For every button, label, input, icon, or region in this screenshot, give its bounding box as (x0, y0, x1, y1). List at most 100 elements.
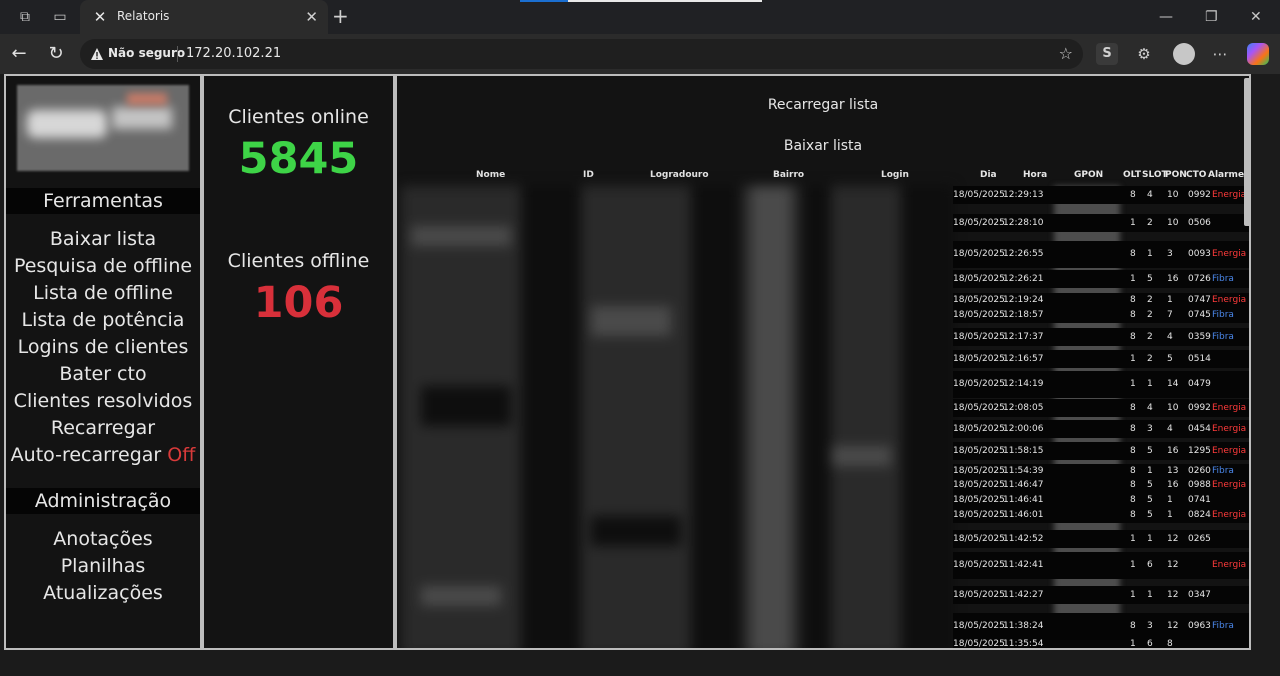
cell-olt: 1 (1130, 589, 1136, 600)
cell-alarme: Fibra (1212, 310, 1234, 320)
new-tab-icon[interactable]: + (332, 5, 349, 27)
copilot-icon[interactable] (1247, 43, 1269, 65)
table-row[interactable]: 18/05/2025 12:28:10 1 2 10 0506 (953, 214, 1249, 232)
menu-clientes-resolvidos[interactable]: Clientes resolvidos (6, 388, 200, 415)
security-label[interactable]: Não seguro (108, 46, 185, 60)
browser-tab-bar: ⧉ ▭ ✕ Relatoris ✕ + — ❐ ✕ (0, 0, 1280, 34)
cell-cto: 0265 (1188, 533, 1211, 544)
table-row[interactable]: 18/05/2025 12:17:37 8 2 4 0359 Fibra (953, 328, 1249, 346)
reload-icon[interactable]: ↻ (45, 43, 67, 65)
tab-actions-icon[interactable]: ▭ (51, 8, 69, 26)
table-row[interactable]: 18/05/2025 12:19:24 8 2 1 0747 Energia (953, 293, 1249, 308)
offline-list-panel: Recarregar lista Baixar lista Nome ID Lo… (397, 76, 1249, 648)
cell-dia: 18/05/2025 (953, 402, 1005, 413)
tools-header: Ferramentas (6, 188, 200, 214)
omnibox[interactable]: Não seguro 172.20.102.21 ☆ (80, 39, 1083, 69)
table-row[interactable]: 18/05/2025 12:16:57 1 2 5 0514 (953, 350, 1249, 368)
cell-pon: 12 (1167, 560, 1179, 570)
cell-pon: 13 (1167, 466, 1179, 476)
cell-hora: 11:42:41 (1003, 560, 1044, 570)
minimize-icon[interactable]: — (1159, 8, 1173, 26)
cell-pon: 8 (1167, 638, 1173, 649)
col-header-pon: PON (1165, 170, 1187, 180)
cell-hora: 11:46:01 (1003, 510, 1044, 520)
workspaces-icon[interactable]: ⧉ (16, 8, 34, 26)
menu-recarregar[interactable]: Recarregar (6, 415, 200, 442)
table-row[interactable]: 18/05/2025 11:58:15 8 5 16 1295 Energia (953, 442, 1249, 460)
favorite-star-icon[interactable]: ☆ (1059, 44, 1073, 63)
cell-pon: 16 (1167, 445, 1179, 456)
table-row[interactable]: 18/05/2025 12:08:05 8 4 10 0992 Energia (953, 399, 1249, 417)
menu-logins-clientes[interactable]: Logins de clientes (6, 334, 200, 361)
extension-s-icon[interactable]: S (1096, 43, 1118, 65)
tab-close-icon[interactable]: ✕ (305, 8, 318, 26)
back-icon[interactable]: ← (8, 43, 30, 65)
table-row[interactable]: 18/05/2025 12:14:19 1 1 14 0479 (953, 371, 1249, 398)
table-row[interactable]: 18/05/2025 11:46:01 8 5 1 0824 Energia (953, 508, 1249, 523)
table-row[interactable]: 18/05/2025 11:42:52 1 1 12 0265 (953, 530, 1249, 548)
menu-auto-recarregar[interactable]: Auto-recarregar Off (6, 442, 200, 469)
cell-olt: 1 (1130, 217, 1136, 228)
auto-reload-state[interactable]: Off (167, 444, 195, 466)
url-text[interactable]: 172.20.102.21 (186, 46, 281, 61)
cell-pon: 12 (1167, 533, 1179, 544)
table-row[interactable]: 18/05/2025 11:46:47 8 5 16 0988 Energia (953, 478, 1249, 493)
cell-alarme: Energia (1212, 480, 1247, 490)
cell-hora: 12:19:24 (1003, 295, 1044, 305)
restore-icon[interactable]: ❐ (1205, 8, 1218, 26)
page: Ferramentas Baixar lista Pesquisa de off… (0, 74, 1280, 676)
cell-slot: 1 (1147, 249, 1153, 259)
extensions-puzzle-icon[interactable]: ⚙ (1133, 43, 1155, 65)
cell-pon: 10 (1167, 189, 1179, 200)
table-row[interactable]: 18/05/2025 11:54:39 8 1 13 0260 Fibra (953, 464, 1249, 478)
cell-cto: 0992 (1188, 402, 1211, 413)
profile-avatar-icon[interactable] (1173, 43, 1195, 65)
browser-tab[interactable]: ✕ Relatoris ✕ (80, 0, 328, 34)
cell-olt: 1 (1130, 560, 1136, 570)
list-scrollbar[interactable] (1244, 78, 1251, 226)
menu-lista-potencia[interactable]: Lista de potência (6, 307, 200, 334)
more-menu-icon[interactable]: ⋯ (1209, 43, 1231, 65)
menu-anotacoes[interactable]: Anotações (6, 526, 200, 553)
download-list-link[interactable]: Baixar lista (397, 138, 1249, 154)
cell-olt: 1 (1130, 353, 1136, 364)
cell-alarme: Energia (1212, 295, 1247, 305)
cell-dia: 18/05/2025 (953, 445, 1005, 456)
menu-pesquisa-offline[interactable]: Pesquisa de offline (6, 253, 200, 280)
menu-lista-offline[interactable]: Lista de offline (6, 280, 200, 307)
cell-pon: 1 (1167, 495, 1173, 505)
table-row[interactable]: 18/05/2025 12:26:55 8 1 3 0093 Energia (953, 241, 1249, 268)
table-row[interactable]: 18/05/2025 11:42:41 1 6 12 Energia (953, 552, 1249, 579)
cell-olt: 8 (1130, 249, 1136, 259)
cell-cto: 0347 (1188, 589, 1211, 600)
cell-cto: 0479 (1188, 379, 1211, 389)
cell-alarme: Energia (1212, 249, 1247, 259)
cell-slot: 1 (1147, 379, 1153, 389)
cell-alarme: Fibra (1212, 621, 1234, 631)
table-row[interactable]: 18/05/2025 12:26:21 1 5 16 0726 Fibra (953, 270, 1249, 288)
redacted-client-data (401, 186, 953, 648)
menu-baixar-lista[interactable]: Baixar lista (6, 226, 200, 253)
cell-cto: 0359 (1188, 331, 1211, 342)
table-row[interactable]: 18/05/2025 12:29:13 8 4 10 0992 Energia (953, 186, 1249, 204)
cell-pon: 10 (1167, 402, 1179, 413)
menu-atualizacoes[interactable]: Atualizações (6, 580, 200, 607)
offline-count: 106 (253, 278, 344, 328)
table-row[interactable]: 18/05/2025 11:35:54 1 6 8 (953, 635, 1249, 648)
table-row[interactable]: 18/05/2025 11:46:41 8 5 1 0741 (953, 493, 1249, 508)
reload-list-link[interactable]: Recarregar lista (397, 97, 1249, 113)
cell-dia: 18/05/2025 (953, 495, 1005, 505)
stats-panel: Clientes online 5845 Clientes offline 10… (204, 76, 393, 648)
cell-dia: 18/05/2025 (953, 379, 1005, 389)
cell-slot: 2 (1147, 353, 1153, 364)
window-close-icon[interactable]: ✕ (1250, 8, 1262, 26)
cell-slot: 5 (1147, 495, 1153, 505)
table-row[interactable]: 18/05/2025 12:18:57 8 2 7 0745 Fibra (953, 308, 1249, 323)
menu-bater-cto[interactable]: Bater cto (6, 361, 200, 388)
table-row[interactable]: 18/05/2025 12:00:06 8 3 4 0454 Energia (953, 420, 1249, 438)
cell-cto: 0824 (1188, 510, 1211, 520)
col-header-bairro: Bairro (773, 170, 805, 180)
table-row[interactable]: 18/05/2025 11:42:27 1 1 12 0347 (953, 586, 1249, 604)
cell-slot: 5 (1147, 445, 1153, 456)
menu-planilhas[interactable]: Planilhas (6, 553, 200, 580)
